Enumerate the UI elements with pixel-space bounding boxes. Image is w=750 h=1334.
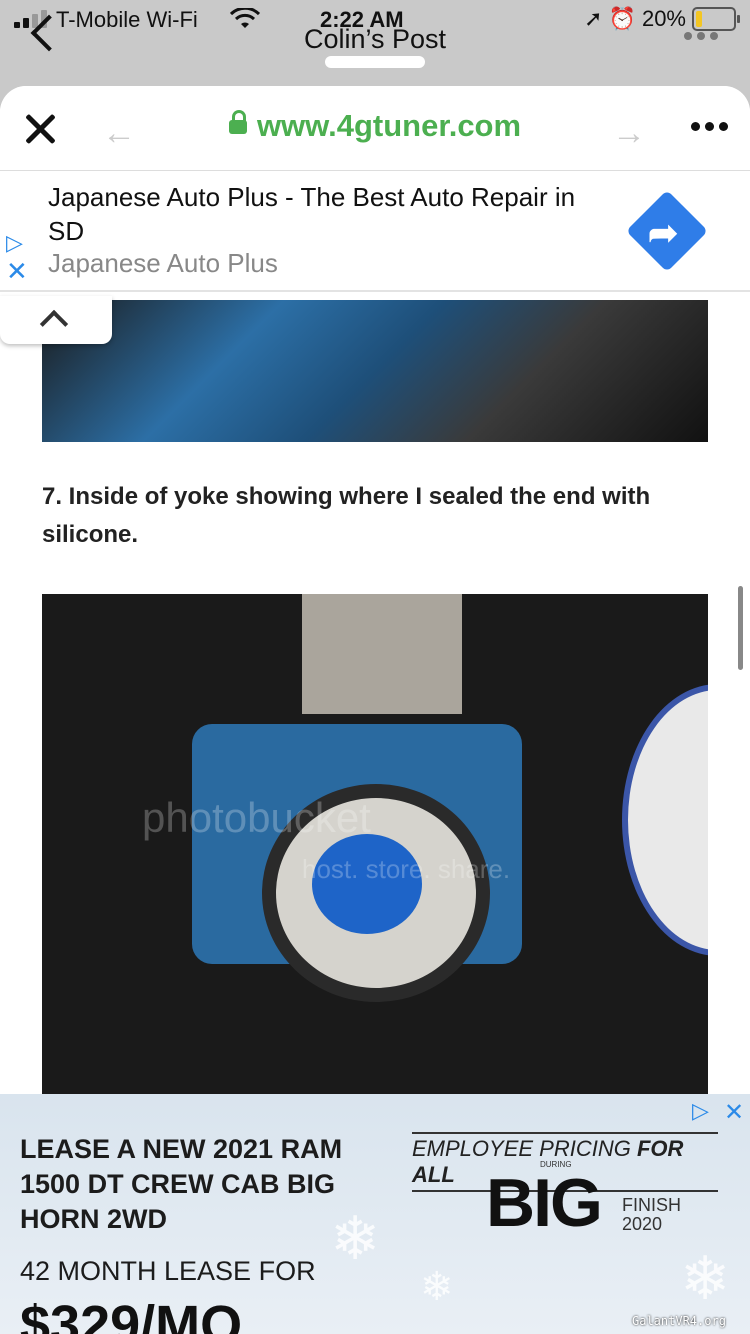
chevron-up-icon bbox=[39, 309, 69, 339]
photo-watermark: photobucket bbox=[142, 794, 371, 841]
photo-shaft bbox=[302, 594, 462, 714]
collapse-ad-button[interactable] bbox=[0, 296, 112, 344]
parent-page-title: Colin’s Post bbox=[303, 24, 447, 54]
photo-plate bbox=[622, 684, 708, 956]
parent-more-icon[interactable] bbox=[684, 32, 718, 40]
directions-arrow-icon: ➦ bbox=[648, 212, 679, 253]
bottom-ad-banner[interactable]: ❄ ❄ ❄ LEASE A NEW 2021 RAM 1500 DT CREW … bbox=[0, 1094, 750, 1334]
ad-price: $329/MO bbox=[20, 1295, 243, 1334]
more-options-icon[interactable] bbox=[691, 122, 728, 131]
snowflake-icon: ❄ bbox=[420, 1265, 454, 1309]
ad-headline: LEASE A NEW 2021 RAM 1500 DT CREW CAB BI… bbox=[20, 1134, 343, 1234]
adchoices-icon[interactable]: ▷ bbox=[692, 1098, 709, 1124]
browser-toolbar: ← www.4gtuner.com → bbox=[0, 86, 750, 171]
site-watermark: GalantVR4.org bbox=[632, 1314, 726, 1328]
lock-icon bbox=[228, 110, 247, 134]
article-caption: 7. Inside of yoke showing where I sealed… bbox=[42, 483, 651, 548]
article-photo[interactable] bbox=[42, 300, 708, 442]
ad-advertiser: Japanese Auto Plus bbox=[48, 248, 278, 278]
ad-title[interactable]: Japanese Auto Plus - The Best Auto Repai… bbox=[48, 180, 608, 248]
sheet-grabber[interactable] bbox=[325, 56, 425, 68]
ad-lease-line: 42 MONTH LEASE FOR bbox=[20, 1256, 316, 1286]
forward-arrow-icon[interactable]: → bbox=[612, 114, 646, 153]
scrollbar[interactable] bbox=[738, 586, 743, 670]
adchoices-icon[interactable]: ▷ bbox=[6, 230, 23, 256]
article-photo-yoke[interactable]: photobucket host. store. share. bbox=[42, 594, 708, 1094]
snowflake-icon: ❄ bbox=[680, 1245, 731, 1312]
photo-watermark-sub: host. store. share. bbox=[302, 854, 511, 884]
ad-big: BIG bbox=[486, 1165, 603, 1241]
ad-finish: FINISH 2020 bbox=[622, 1195, 682, 1234]
ad-close-icon[interactable]: ✕ bbox=[6, 256, 28, 287]
url-text: www.4gtuner.com bbox=[256, 108, 522, 143]
ad-close-icon[interactable]: ✕ bbox=[724, 1098, 744, 1127]
